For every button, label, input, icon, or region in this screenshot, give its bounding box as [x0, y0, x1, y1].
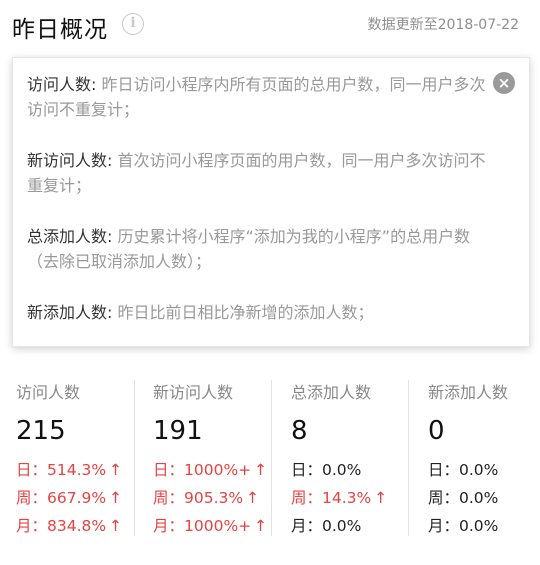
definition-item: 新添加人数: 昨日比前日相比净新增的添加人数；	[27, 300, 487, 325]
stat-visitors: 访问人数 215 日：514.3% ↑ 周：667.9% ↑ 月：834.8% ↑	[16, 378, 146, 538]
column-divider	[271, 380, 272, 536]
weekly-rate: 周：0.0%	[428, 489, 499, 507]
definition-item: 访问人数: 昨日访问小程序内所有页面的总用户数，同一用户多次访问不重复计；	[27, 72, 487, 122]
definitions-popup: × 访问人数: 昨日访问小程序内所有页面的总用户数，同一用户多次访问不重复计； …	[12, 57, 530, 347]
stat-new-visitors: 新访问人数 191 日：1000%+ ↑ 周：905.3% ↑ 月：1000%+ ↑	[153, 378, 283, 538]
column-divider	[408, 380, 409, 536]
stat-label: 访问人数	[16, 383, 81, 402]
up-arrow-icon: ↑	[109, 489, 123, 507]
stat-value: 215	[16, 416, 66, 446]
definition-term: 新访问人数:	[27, 151, 113, 170]
definition-item: 总添加人数: 历史累计将小程序“添加为我的小程序”的总用户数（去除已取消添加人数…	[27, 224, 487, 274]
stat-label: 新访问人数	[153, 383, 234, 402]
definition-term: 新添加人数:	[27, 303, 113, 322]
daily-rate: 日：0.0%	[428, 461, 499, 479]
definition-term: 访问人数:	[27, 75, 97, 94]
monthly-rate: 月：0.0%	[291, 517, 362, 535]
monthly-rate: 月：0.0%	[428, 517, 499, 535]
stat-label: 总添加人数	[291, 383, 372, 402]
up-arrow-icon: ↑	[109, 517, 123, 535]
weekly-rate: 周：14.3% ↑	[291, 489, 388, 507]
daily-rate: 日：0.0%	[291, 461, 362, 479]
definition-item: 新访问人数: 首次访问小程序页面的用户数，同一用户多次访问不重复计；	[27, 148, 487, 198]
monthly-rate: 月：1000%+ ↑	[153, 517, 268, 535]
stat-label: 新添加人数	[428, 383, 509, 402]
daily-rate: 日：1000%+ ↑	[153, 461, 268, 479]
definition-desc: 昨日访问小程序内所有页面的总用户数，同一用户多次访问不重复计；	[27, 75, 486, 119]
definition-term: 总添加人数:	[27, 227, 113, 246]
up-arrow-icon: ↑	[254, 461, 268, 479]
definition-desc: 昨日比前日相比净新增的添加人数；	[117, 303, 374, 322]
info-icon[interactable]: i	[122, 13, 144, 35]
stat-value: 0	[428, 416, 445, 446]
up-arrow-icon: ↑	[374, 489, 388, 507]
stats-row: 访问人数 215 日：514.3% ↑ 周：667.9% ↑ 月：834.8% ↑ 新…	[0, 378, 540, 538]
up-arrow-icon: ↑	[254, 517, 268, 535]
overview-header: 昨日概况 i 数据更新至2018-07-22	[0, 0, 540, 52]
stat-total-added: 总添加人数 8 日：0.0% 周：14.3% ↑ 月：0.0%	[291, 378, 421, 538]
close-icon[interactable]: ×	[493, 72, 515, 94]
up-arrow-icon: ↑	[109, 461, 123, 479]
column-divider	[134, 380, 135, 536]
weekly-rate: 周：905.3% ↑	[153, 489, 260, 507]
monthly-rate: 月：834.8% ↑	[16, 517, 123, 535]
stat-value: 8	[291, 416, 308, 446]
weekly-rate: 周：667.9% ↑	[16, 489, 123, 507]
update-date: 数据更新至2018-07-22	[367, 17, 519, 33]
stat-new-added: 新添加人数 0 日：0.0% 周：0.0% 月：0.0%	[428, 378, 540, 538]
stat-value: 191	[153, 416, 203, 446]
page-title: 昨日概况	[12, 17, 108, 43]
daily-rate: 日：514.3% ↑	[16, 461, 123, 479]
up-arrow-icon: ↑	[246, 489, 260, 507]
